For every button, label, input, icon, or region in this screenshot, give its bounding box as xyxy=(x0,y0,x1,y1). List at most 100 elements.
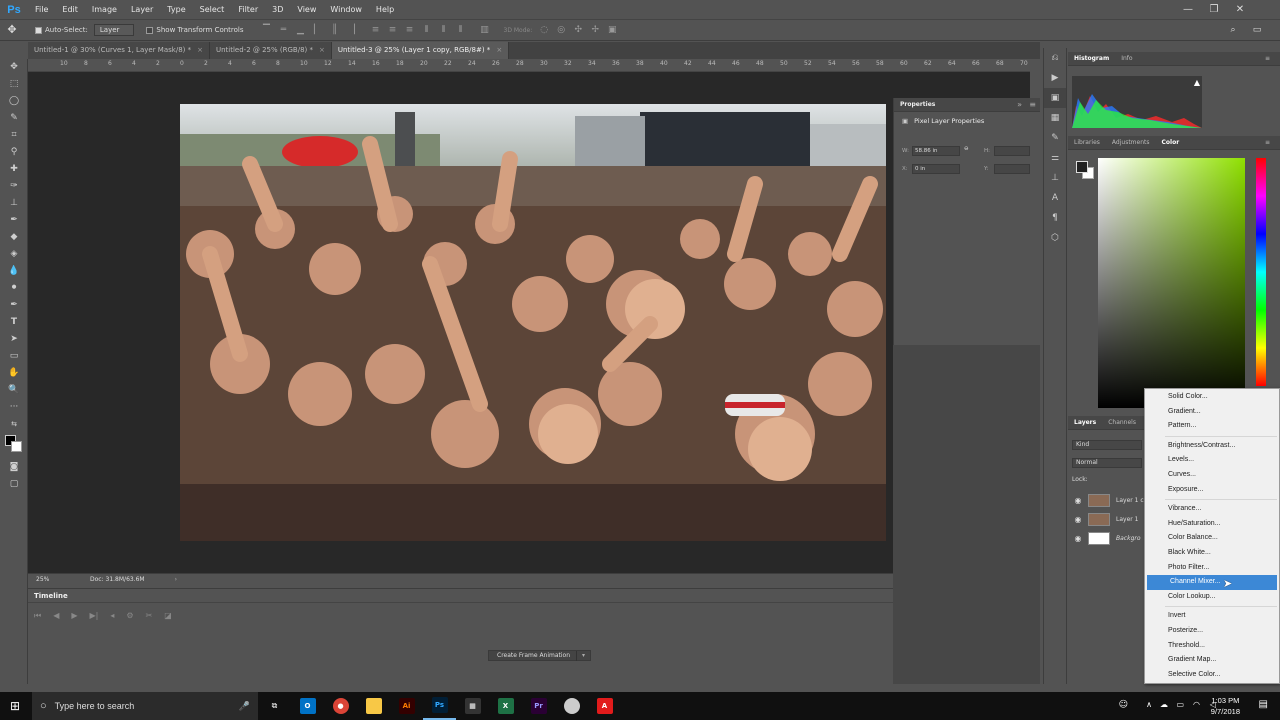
zoom-level[interactable]: 25% xyxy=(36,576,76,583)
menu-item-pattern[interactable]: Pattern... xyxy=(1145,419,1279,434)
panel-menu-icon[interactable]: ≡ xyxy=(1259,139,1276,146)
menu-item-photo-filter[interactable]: Photo Filter... xyxy=(1145,561,1279,576)
color-picker-field[interactable] xyxy=(1098,158,1245,408)
3d-roll-icon[interactable]: ◎ xyxy=(556,25,566,35)
menu-select[interactable]: Select xyxy=(193,0,232,19)
menu-window[interactable]: Window xyxy=(323,0,369,19)
tray-arrow-icon[interactable]: ∧ xyxy=(1146,700,1152,709)
visibility-eye-icon[interactable]: ◉ xyxy=(1068,534,1088,543)
split-icon[interactable]: ✂ xyxy=(146,611,153,621)
layer-select-dropdown[interactable]: Layer xyxy=(93,24,135,36)
clone-stamp-tool-icon[interactable]: ⊥ xyxy=(0,195,28,212)
acrobat-icon[interactable]: A xyxy=(588,692,621,720)
eyedropper-tool-icon[interactable]: ⚲ xyxy=(0,144,28,161)
menu-3d[interactable]: 3D xyxy=(265,0,290,19)
align-left-icon[interactable]: ▏ xyxy=(313,25,323,35)
align-bottom-icon[interactable]: ▁ xyxy=(296,25,306,35)
windows-start-icon[interactable]: ⊞ xyxy=(0,692,30,720)
warning-icon[interactable]: ▲ xyxy=(1194,78,1200,87)
minimize-icon[interactable]: — xyxy=(1176,0,1200,19)
menu-item-selective-color[interactable]: Selective Color... xyxy=(1145,668,1279,683)
tab-libraries[interactable]: Libraries xyxy=(1068,139,1106,146)
first-frame-icon[interactable]: ⏮ xyxy=(34,611,41,621)
tab-histogram[interactable]: Histogram xyxy=(1068,55,1115,62)
collapse-icon[interactable]: » xyxy=(1017,100,1022,109)
swatches-icon[interactable]: ▦ xyxy=(1044,108,1066,128)
crop-tool-icon[interactable]: ⌗ xyxy=(0,127,28,144)
chrome-icon[interactable]: ● xyxy=(324,692,357,720)
height-input[interactable] xyxy=(994,146,1030,156)
panel-menu-icon[interactable]: ≡ xyxy=(1029,100,1036,109)
brushes-icon[interactable]: ✎ xyxy=(1044,128,1066,148)
distribute-left-icon[interactable]: ⫴ xyxy=(422,25,432,35)
next-frame-icon[interactable]: ▶| xyxy=(90,611,99,621)
layer-name[interactable]: Layer 1 xyxy=(1116,516,1138,523)
layer-name[interactable]: Layer 1 c xyxy=(1116,497,1144,504)
actions-icon[interactable]: ▶ xyxy=(1044,68,1066,88)
tab-info[interactable]: Info xyxy=(1115,55,1138,62)
close-tab-icon[interactable]: × xyxy=(197,46,203,54)
paragraph-icon[interactable]: ¶ xyxy=(1044,208,1066,228)
zoom-tool-icon[interactable]: 🔍 xyxy=(0,382,28,399)
foreground-color-swatch[interactable] xyxy=(1076,161,1088,173)
taskbar-search-box[interactable]: ○ Type here to search 🎤 xyxy=(32,692,258,720)
photoshop-taskbar-icon[interactable]: Ps xyxy=(423,692,456,720)
eraser-tool-icon[interactable]: ◆ xyxy=(0,229,28,246)
menu-layer[interactable]: Layer xyxy=(124,0,160,19)
screen-mode-icon[interactable]: ▢ xyxy=(0,476,28,493)
outlook-icon[interactable]: O xyxy=(291,692,324,720)
3d-slide-icon[interactable]: ✢ xyxy=(590,25,600,35)
menu-item-channel-mixer[interactable]: Channel Mixer... xyxy=(1147,575,1277,590)
properties-icon[interactable]: ▣ xyxy=(1044,88,1066,108)
close-icon[interactable]: ✕ xyxy=(1228,0,1252,19)
tab-untitled-1[interactable]: Untitled-1 @ 30% (Curves 1, Layer Mask/8… xyxy=(28,42,210,59)
rectangle-tool-icon[interactable]: ▭ xyxy=(0,348,28,365)
healing-brush-tool-icon[interactable]: ✚ xyxy=(0,161,28,178)
move-tool-icon[interactable]: ✥ xyxy=(7,24,17,35)
blend-mode-dropdown[interactable]: Normal xyxy=(1072,458,1142,468)
hand-tool-icon[interactable]: ✋ xyxy=(0,365,28,382)
tab-layers[interactable]: Layers xyxy=(1068,419,1102,426)
close-tab-icon[interactable]: × xyxy=(496,46,502,54)
color-swatches[interactable] xyxy=(0,433,27,459)
background-color-swatch[interactable] xyxy=(11,441,22,452)
tab-adjustments[interactable]: Adjustments xyxy=(1106,139,1156,146)
prev-frame-icon[interactable]: ◀ xyxy=(53,611,59,621)
show-transform-checkbox[interactable]: Show Transform Controls xyxy=(146,26,244,34)
blur-tool-icon[interactable]: 💧 xyxy=(0,263,28,280)
settings-icon[interactable]: ⚙ xyxy=(126,611,133,621)
quick-mask-icon[interactable]: ◙ xyxy=(0,459,28,476)
menu-item-solid-color[interactable]: Solid Color... xyxy=(1145,390,1279,405)
distribute-vcenter-icon[interactable]: ≡ xyxy=(388,25,398,35)
y-input[interactable] xyxy=(994,164,1030,174)
calculator-icon[interactable]: ▦ xyxy=(456,692,489,720)
audio-icon[interactable]: ◂ xyxy=(110,611,114,621)
menu-file[interactable]: File xyxy=(28,0,55,19)
3d-orbit-icon[interactable]: ◌ xyxy=(539,25,549,35)
tab-color[interactable]: Color xyxy=(1156,139,1186,146)
dodge-tool-icon[interactable]: ⚫ xyxy=(0,280,28,297)
menu-item-vibrance[interactable]: Vibrance... xyxy=(1145,502,1279,517)
menu-image[interactable]: Image xyxy=(85,0,124,19)
lasso-tool-icon[interactable]: ◯ xyxy=(0,93,28,110)
align-hcenter-icon[interactable]: ║ xyxy=(330,25,340,35)
brush-presets-icon[interactable]: ⚌ xyxy=(1044,148,1066,168)
task-view-icon[interactable]: ⧉ xyxy=(258,692,291,720)
menu-item-color-balance[interactable]: Color Balance... xyxy=(1145,531,1279,546)
layer-kind-filter[interactable]: Kind xyxy=(1072,440,1142,450)
move-tool-icon[interactable]: ✥ xyxy=(0,59,28,76)
people-icon[interactable]: ☺ xyxy=(1119,700,1128,710)
type-tool-icon[interactable]: T xyxy=(0,314,28,331)
pen-tool-icon[interactable]: ✒ xyxy=(0,297,28,314)
more-tools-icon[interactable]: ··· xyxy=(0,399,28,416)
distribute-top-icon[interactable]: ≡ xyxy=(371,25,381,35)
illustrator-icon[interactable]: Ai xyxy=(390,692,423,720)
history-icon[interactable]: ⎌ xyxy=(1044,48,1066,68)
menu-item-color-lookup[interactable]: Color Lookup... xyxy=(1145,590,1279,605)
menu-item-black-white[interactable]: Black White... xyxy=(1145,546,1279,561)
hue-slider[interactable] xyxy=(1256,158,1266,386)
wifi-icon[interactable]: ◠ xyxy=(1193,700,1200,709)
game-icon[interactable] xyxy=(555,692,588,720)
create-frame-animation-button[interactable]: Create Frame Animation ▾ xyxy=(488,650,592,661)
paint-bucket-tool-icon[interactable]: ◈ xyxy=(0,246,28,263)
